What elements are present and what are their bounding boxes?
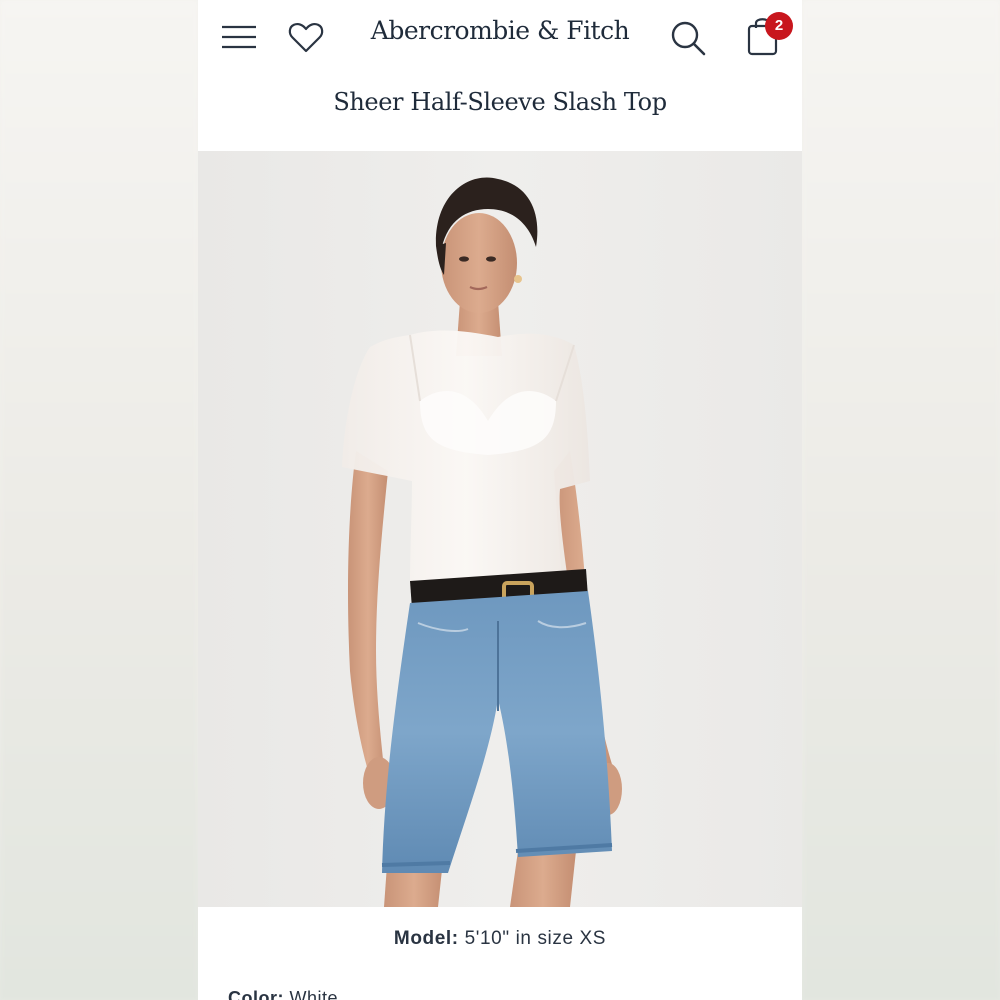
color-info: Color: White [228, 988, 338, 1000]
blurred-right-margin [802, 0, 1000, 1000]
color-label: Color: [228, 988, 284, 1000]
model-illustration [342, 177, 622, 907]
color-value: White [289, 988, 339, 1000]
model-label: Model: [393, 928, 459, 949]
model-info: Model: 5'10" in size XS [198, 928, 802, 950]
site-header: Abercrombie & Fitch 2 [198, 0, 802, 78]
product-title: Sheer Half-Sleeve Slash Top [333, 88, 667, 116]
mobile-product-page: Abercrombie & Fitch 2 Sheer Half-Sleeve … [198, 0, 802, 1000]
model-value: 5'10" in size XS [464, 928, 607, 949]
blurred-left-margin [0, 0, 198, 1000]
brand-logo[interactable]: Abercrombie & Fitch [198, 16, 802, 45]
cart-count-badge: 2 [765, 12, 793, 40]
product-image[interactable] [198, 151, 802, 907]
search-icon[interactable] [668, 17, 708, 59]
